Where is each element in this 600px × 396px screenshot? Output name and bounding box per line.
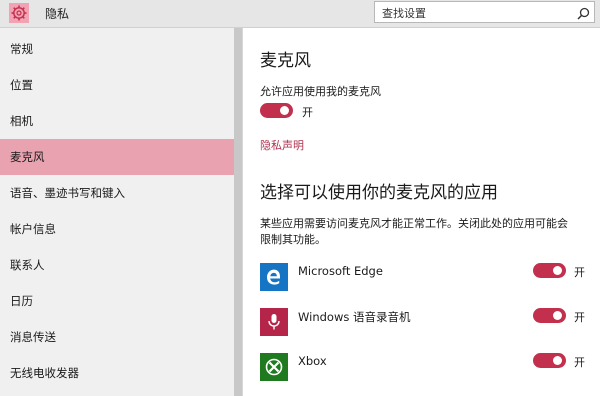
app-name-edge: Microsoft Edge [298, 264, 383, 278]
sidebar-item-label: 消息传送 [10, 330, 56, 344]
title-bar: 隐私 查找设置 [0, 0, 600, 28]
edge-microphone-toggle[interactable] [533, 263, 566, 278]
app-name-voice-recorder: Windows 语音录音机 [298, 310, 411, 324]
apps-section-title: 选择可以使用你的麦克风的应用 [260, 183, 498, 203]
sidebar-item-label: 无线电收发器 [10, 366, 79, 380]
toggle-state-label: 开 [302, 106, 313, 119]
sidebar-item-camera[interactable]: 相机 [0, 103, 234, 139]
edge-icon [260, 263, 288, 291]
sidebar-item-label: 日历 [10, 294, 33, 308]
app-name-xbox: Xbox [298, 354, 327, 368]
toggle-knob [553, 356, 562, 365]
sidebar-item-general[interactable]: 常规 [0, 31, 234, 67]
xbox-toggle-state: 开 [574, 356, 585, 369]
gear-icon [9, 3, 29, 23]
search-input[interactable]: 查找设置 [382, 5, 426, 21]
edge-toggle-state: 开 [574, 266, 585, 279]
privacy-statement-link[interactable]: 隐私声明 [260, 137, 304, 153]
sidebar-item-speech-inking-typing[interactable]: 语音、墨迹书写和键入 [0, 175, 234, 211]
toggle-knob [553, 311, 562, 320]
sidebar-item-label: 相机 [10, 114, 33, 128]
sidebar-item-messaging[interactable]: 消息传送 [0, 319, 234, 355]
sidebar-item-label: 麦克风 [10, 150, 45, 164]
sidebar-item-location[interactable]: 位置 [0, 67, 234, 103]
sidebar-item-microphone[interactable]: 麦克风 [0, 139, 234, 175]
voice-recorder-toggle-state: 开 [574, 311, 585, 324]
sidebar-item-label: 联系人 [10, 258, 45, 272]
xbox-microphone-toggle[interactable] [533, 353, 566, 368]
microphone-icon [260, 308, 288, 336]
sidebar: 常规 位置 相机 麦克风 语音、墨迹书写和键入 帐户信息 联系人 日历 消息传送… [0, 28, 234, 396]
toggle-knob [280, 106, 289, 115]
search-icon[interactable] [577, 5, 590, 24]
section-title: 麦克风 [260, 51, 311, 71]
toggle-knob [553, 266, 562, 275]
apps-description-line1: 某些应用需要访问麦克风才能正常工作。关闭此处的应用可能会 [260, 217, 568, 230]
voice-recorder-microphone-toggle[interactable] [533, 308, 566, 323]
sidebar-item-contacts[interactable]: 联系人 [0, 247, 234, 283]
allow-microphone-toggle[interactable] [260, 103, 293, 118]
search-box[interactable]: 查找设置 [374, 1, 595, 23]
divider [242, 28, 243, 396]
allow-microphone-label: 允许应用使用我的麦克风 [260, 85, 381, 98]
sidebar-item-label: 常规 [10, 42, 33, 56]
sidebar-item-label: 语音、墨迹书写和键入 [10, 186, 125, 200]
sidebar-item-label: 位置 [10, 78, 33, 92]
sidebar-item-calendar[interactable]: 日历 [0, 283, 234, 319]
sidebar-scrollbar[interactable] [234, 28, 242, 396]
sidebar-item-account-info[interactable]: 帐户信息 [0, 211, 234, 247]
sidebar-item-radios[interactable]: 无线电收发器 [0, 355, 234, 391]
apps-description-line2: 限制其功能。 [260, 233, 326, 246]
sidebar-item-label: 帐户信息 [10, 222, 56, 236]
xbox-icon [260, 353, 288, 381]
page-title: 隐私 [45, 7, 70, 21]
